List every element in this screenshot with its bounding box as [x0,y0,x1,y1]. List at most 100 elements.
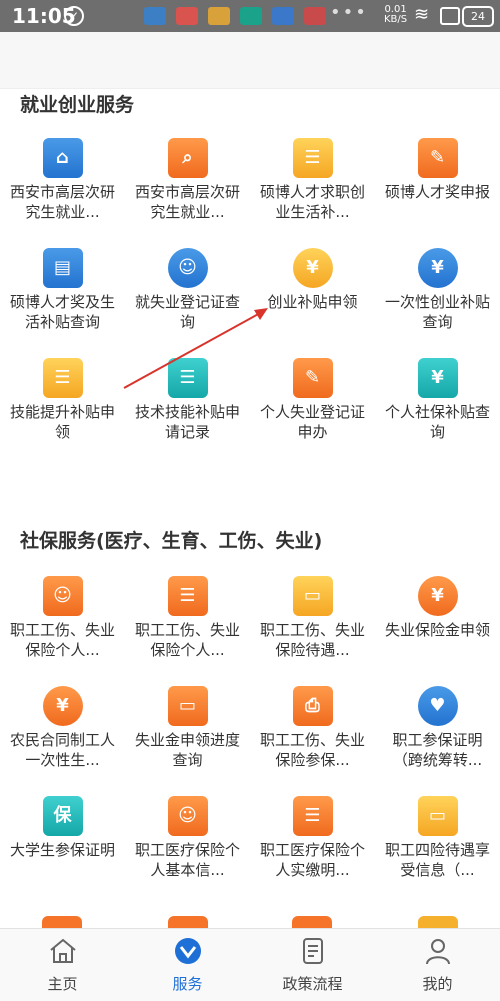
subsidy-query-icon: ▤ [42,248,83,288]
service-label: 西安市高层次研究生就业... [9,183,115,221]
net-speed-unit: KB/S [384,14,408,25]
header-spacer [0,32,500,89]
notification-icons [144,7,326,25]
profile-icon [425,939,450,965]
service-label: 失业金申领进度查询 [134,731,240,769]
service-item[interactable]: ☺ 就失业登记证查询 [125,232,250,342]
tab-policy[interactable]: 政策流程 [250,929,375,1001]
service-item[interactable]: ✎ 硕博人才奖申报 [375,122,500,232]
id-card-icon: ☺ [42,576,83,616]
service-item[interactable]: ⌕ 西安市高层次研究生就业... [125,122,250,232]
service-label: 职工参保证明（跨统筹转... [392,731,483,769]
tab-label: 服务 [172,975,203,993]
next-row-peek [0,912,500,928]
form-edit-icon: ✎ [292,358,333,398]
service-label: 职工工伤、失业保险个人... [134,621,240,659]
service-item[interactable]: ▭ 失业金申领进度查询 [125,670,250,780]
service-label: 一次性创业补贴查询 [384,293,490,331]
service-item[interactable]: ☰ 技术技能补贴申请记录 [125,342,250,452]
medkit-notif-icon [176,7,198,25]
award-apply-icon: ✎ [417,138,458,178]
shield-icon: 保 [42,796,83,836]
network-speed: 0.01 KB/S [384,5,407,25]
employment-query-icon: ⌕ [167,138,208,178]
id-card-notif-icon [144,7,166,25]
service-label: 职工工伤、失业保险待遇... [259,621,365,659]
service-item[interactable]: ▤ 硕博人才奖及生活补贴查询 [0,232,125,342]
clipboard-icon: ☰ [167,576,208,616]
service-label: 职工工伤、失业保险个人... [9,621,115,659]
service-label: 职工工伤、失业保险参保... [259,731,365,769]
service-item[interactable]: ⌂ 西安市高层次研究生就业... [0,122,125,232]
service-label: 就失业登记证查询 [134,293,240,331]
service-item[interactable]: ☺ 职工医疗保险个人基本信... [125,780,250,890]
service-label: 技能提升补贴申领 [9,403,115,441]
person-search-icon: ☺ [167,248,208,288]
service-item[interactable]: ✎ 个人失业登记证申办 [250,342,375,452]
folder-notif-icon [208,7,230,25]
tab-profile[interactable]: 我的 [375,929,500,1001]
service-label: 职工医疗保险个人实缴明... [259,841,365,879]
service-item[interactable]: ¥ 农民合同制工人一次性生... [0,670,125,780]
service-item[interactable]: ☰ 职工医疗保险个人实缴明... [250,780,375,890]
service-item[interactable]: ¥ 个人社保补贴查询 [375,342,500,452]
service-label: 个人社保补贴查询 [384,403,490,441]
employment-register-icon: ⌂ [42,138,83,178]
wifi-icon: ≋ [414,4,430,25]
service-item[interactable]: ▭ 职工工伤、失业保险待遇... [250,560,375,670]
service-label: 硕博人才奖申报 [384,183,490,201]
service-item[interactable]: ¥ 创业补贴申领 [250,232,375,342]
id-card-icon: ☺ [167,796,208,836]
service-label: 西安市高层次研究生就业... [134,183,240,221]
service-label: 技术技能补贴申请记录 [134,403,240,441]
house-money-icon: ¥ [417,358,458,398]
service-label: 个人失业登记证申办 [259,403,365,441]
money-bag-icon: ¥ [292,248,333,288]
tab-service[interactable]: 服务 [125,929,250,1001]
wallet-coins-icon: ▭ [417,796,458,836]
service-label: 创业补贴申领 [267,293,358,311]
calendar-notif-icon [272,7,294,25]
wallet-coins-icon: ▭ [292,576,333,616]
partial-icon [42,916,82,928]
service-label: 失业保险金申领 [384,621,490,639]
service-item[interactable]: ☺ 职工工伤、失业保险个人... [0,560,125,670]
service-item[interactable]: ☰ 职工工伤、失业保险个人... [125,560,250,670]
service-item[interactable]: ♥ 职工参保证明（跨统筹转... [375,670,500,780]
service-label: 硕博人才奖及生活补贴查询 [9,293,115,331]
bottom-nav: 主页 服务 政策流程 我的 [0,928,500,1001]
service-item[interactable]: ¥ 一次性创业补贴查询 [375,232,500,342]
service-item[interactable]: 保 大学生参保证明 [0,780,125,890]
partial-icon [418,916,458,928]
check-circle-icon: ✓ [64,6,84,26]
social-security-grid: ☺ 职工工伤、失业保险个人... ☰ 职工工伤、失业保险个人... ▭ 职工工伤… [0,560,500,890]
service-item[interactable]: ▭ 职工四险待遇享受信息（... [375,780,500,890]
service-label: 职工四险待遇享受信息（... [384,841,490,879]
partial-icon [292,916,332,928]
policy-doc-icon [302,938,323,964]
money-bag-search-icon: ¥ [417,248,458,288]
service-icon [174,938,201,964]
wallet-icon: ▭ [167,686,208,726]
partial-icon [168,916,208,928]
service-label: 职工医疗保险个人基本信... [134,841,240,879]
status-bar: 11:05 ✓ ••• 0.01 KB/S ≋ 24 [0,0,500,32]
hand-money-icon: ¥ [42,686,83,726]
service-label: 硕博人才求职创业生活补... [259,183,365,221]
service-item[interactable]: ⎙ 职工工伤、失业保险参保... [250,670,375,780]
document-record-icon: ☰ [167,358,208,398]
tab-home[interactable]: 主页 [0,929,125,1001]
clipboard-icon: ☰ [292,796,333,836]
service-item[interactable]: ☰ 硕博人才求职创业生活补... [250,122,375,232]
screen-icon [440,7,460,25]
printer-icon: ⎙ [292,686,333,726]
more-dots-icon: ••• [330,2,368,23]
tab-label: 我的 [422,975,453,993]
shield-notif-icon [240,7,262,25]
heart-plus-icon: ♥ [417,686,458,726]
service-item[interactable]: ☰ 技能提升补贴申领 [0,342,125,452]
tab-label: 主页 [47,975,78,993]
service-label: 农民合同制工人一次性生... [9,731,115,769]
section-title-employment: 就业创业服务 [20,94,135,116]
service-item[interactable]: ¥ 失业保险金申领 [375,560,500,670]
